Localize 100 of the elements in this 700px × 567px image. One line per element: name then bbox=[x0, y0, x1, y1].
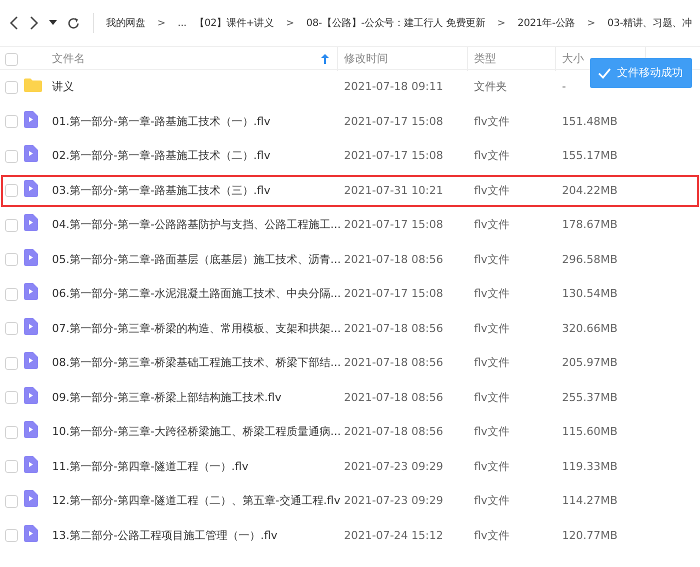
video-file-icon bbox=[24, 456, 38, 472]
file-name[interactable]: 09.第一部分-第三章-桥梁上部结构施工技术.flv bbox=[52, 390, 282, 404]
breadcrumb-link[interactable]: 【02】课件+讲义 bbox=[192, 16, 276, 30]
file-type: flv文件 bbox=[474, 390, 510, 404]
modified-time: 2021-07-24 15:12 bbox=[344, 528, 444, 542]
breadcrumb-link[interactable]: 08-【公路】-公众号：建工行人 免费更新 bbox=[304, 16, 488, 30]
video-file-icon bbox=[24, 214, 38, 231]
file-name[interactable]: 03.第一部分-第一章-路基施工技术（三）.flv bbox=[52, 184, 270, 196]
file-size: 151.48MB bbox=[562, 114, 618, 128]
modified-time: 2021-07-17 15:08 bbox=[344, 149, 444, 162]
file-name[interactable]: 06.第一部分-第二章-水泥混凝土路面施工技术、中央分隔... bbox=[52, 287, 341, 300]
file-type: flv文件 bbox=[474, 494, 510, 507]
file-type: flv文件 bbox=[474, 252, 510, 266]
file-name[interactable]: 11.第一部分-第四章-隧道工程（一）.flv bbox=[52, 460, 248, 472]
check-icon bbox=[598, 68, 611, 78]
modified-time: 2021-07-17 15:08 bbox=[344, 114, 444, 128]
modified-time: 2021-07-18 08:56 bbox=[344, 356, 444, 369]
file-type: flv文件 bbox=[474, 356, 510, 369]
file-name[interactable]: 01.第一部分-第一章-路基施工技术（一）.flv bbox=[52, 114, 270, 128]
file-name[interactable]: 07.第一部分-第三章-桥梁的构造、常用模板、支架和拱架... bbox=[52, 322, 341, 334]
modified-time: 2021-07-23 09:29 bbox=[344, 494, 444, 507]
column-header[interactable]: 修改时间 bbox=[344, 50, 388, 68]
sort-arrow-icon[interactable] bbox=[321, 54, 329, 64]
file-size: 115.60MB bbox=[562, 425, 618, 438]
file-type: flv文件 bbox=[474, 528, 510, 542]
breadcrumb-link[interactable]: 我的网盘 bbox=[104, 16, 148, 30]
file-name[interactable]: 讲义 bbox=[52, 80, 74, 93]
file-type: flv文件 bbox=[474, 114, 510, 128]
video-file-icon bbox=[24, 352, 38, 369]
file-size: 155.17MB bbox=[562, 149, 618, 162]
modified-time: 2021-07-18 08:56 bbox=[344, 322, 444, 334]
modified-time: 2021-07-17 15:08 bbox=[344, 218, 444, 231]
file-type: flv文件 bbox=[474, 218, 510, 231]
column-header[interactable]: 类型 bbox=[474, 50, 496, 68]
dropdown-caret-icon[interactable] bbox=[46, 20, 60, 26]
breadcrumb-separator: > bbox=[496, 16, 507, 30]
file-size: 296.58MB bbox=[562, 252, 618, 266]
row-checkbox[interactable] bbox=[5, 80, 18, 94]
breadcrumb-link[interactable]: 03-精讲、习题、冲 bbox=[605, 16, 694, 30]
column-header[interactable]: 大小 bbox=[562, 50, 584, 68]
breadcrumb-separator: > bbox=[156, 16, 167, 30]
video-file-icon bbox=[24, 421, 38, 438]
row-checkbox[interactable] bbox=[5, 460, 18, 474]
file-size: 120.77MB bbox=[562, 528, 618, 542]
file-size: - bbox=[562, 80, 566, 93]
row-checkbox[interactable] bbox=[5, 391, 18, 404]
video-file-icon bbox=[24, 318, 38, 334]
file-name[interactable]: 04.第一部分-第一章-公路路基防护与支挡、公路工程施工... bbox=[52, 218, 341, 231]
file-size: 178.67MB bbox=[562, 218, 618, 231]
row-checkbox[interactable] bbox=[5, 288, 18, 301]
file-name[interactable]: 08.第一部分-第三章-桥梁基础工程施工技术、桥梁下部结... bbox=[52, 356, 341, 369]
modified-time: 2021-07-18 09:11 bbox=[344, 80, 444, 93]
row-checkbox[interactable] bbox=[5, 356, 18, 370]
row-checkbox[interactable] bbox=[5, 322, 18, 336]
row-checkbox[interactable] bbox=[5, 494, 18, 508]
video-file-icon bbox=[24, 110, 38, 128]
row-checkbox[interactable] bbox=[5, 253, 18, 266]
file-type: flv文件 bbox=[474, 184, 510, 196]
video-file-icon bbox=[24, 283, 38, 300]
video-file-icon bbox=[24, 524, 38, 542]
file-name[interactable]: 13.第二部分-公路工程项目施工管理（一）.flv bbox=[52, 528, 278, 542]
modified-time: 2021-07-17 15:08 bbox=[344, 287, 444, 300]
select-all-checkbox[interactable] bbox=[5, 52, 18, 66]
modified-time: 2021-07-31 10:21 bbox=[344, 184, 444, 196]
file-name[interactable]: 12.第一部分-第四章-隧道工程（二）、第五章-交通工程.flv bbox=[52, 494, 340, 507]
file-size: 130.54MB bbox=[562, 287, 618, 300]
file-size: 320.66MB bbox=[562, 322, 618, 334]
file-type: flv文件 bbox=[474, 149, 510, 162]
video-file-icon bbox=[24, 145, 38, 162]
file-name[interactable]: 10.第一部分-第三章-大跨径桥梁施工、桥梁工程质量通病... bbox=[52, 425, 341, 438]
breadcrumb-link[interactable]: 2021年-公路 bbox=[516, 16, 578, 30]
row-checkbox[interactable] bbox=[5, 426, 18, 439]
video-file-icon bbox=[24, 490, 38, 507]
video-file-icon bbox=[24, 248, 38, 266]
row-checkbox[interactable] bbox=[5, 529, 18, 542]
modified-time: 2021-07-18 08:56 bbox=[344, 425, 444, 438]
file-size: 119.33MB bbox=[562, 460, 618, 472]
file-name[interactable]: 05.第一部分-第二章-路面基层（底基层）施工技术、沥青... bbox=[52, 252, 341, 266]
file-type: flv文件 bbox=[474, 460, 510, 472]
column-header[interactable]: 文件名 bbox=[52, 50, 85, 68]
file-name[interactable]: 02.第一部分-第一章-路基施工技术（二）.flv bbox=[52, 149, 270, 162]
file-type: flv文件 bbox=[474, 322, 510, 334]
row-checkbox[interactable] bbox=[5, 184, 18, 198]
breadcrumb-separator: > bbox=[284, 16, 296, 30]
file-size: 255.37MB bbox=[562, 390, 618, 404]
file-type: flv文件 bbox=[474, 425, 510, 438]
video-file-icon bbox=[24, 180, 38, 196]
breadcrumb-link[interactable]: ... bbox=[176, 16, 189, 30]
toast-message: 文件移动成功 bbox=[617, 64, 683, 81]
file-size: 205.97MB bbox=[562, 356, 618, 369]
modified-time: 2021-07-18 08:56 bbox=[344, 252, 444, 266]
video-file-icon bbox=[24, 386, 38, 404]
row-checkbox[interactable] bbox=[5, 150, 18, 163]
modified-time: 2021-07-23 09:29 bbox=[344, 460, 444, 472]
file-size: 204.22MB bbox=[562, 184, 618, 196]
breadcrumb-separator: > bbox=[586, 16, 596, 30]
file-size: 114.27MB bbox=[562, 494, 618, 507]
row-checkbox[interactable] bbox=[5, 115, 18, 128]
row-checkbox[interactable] bbox=[5, 218, 18, 232]
file-type: 文件夹 bbox=[474, 80, 507, 93]
